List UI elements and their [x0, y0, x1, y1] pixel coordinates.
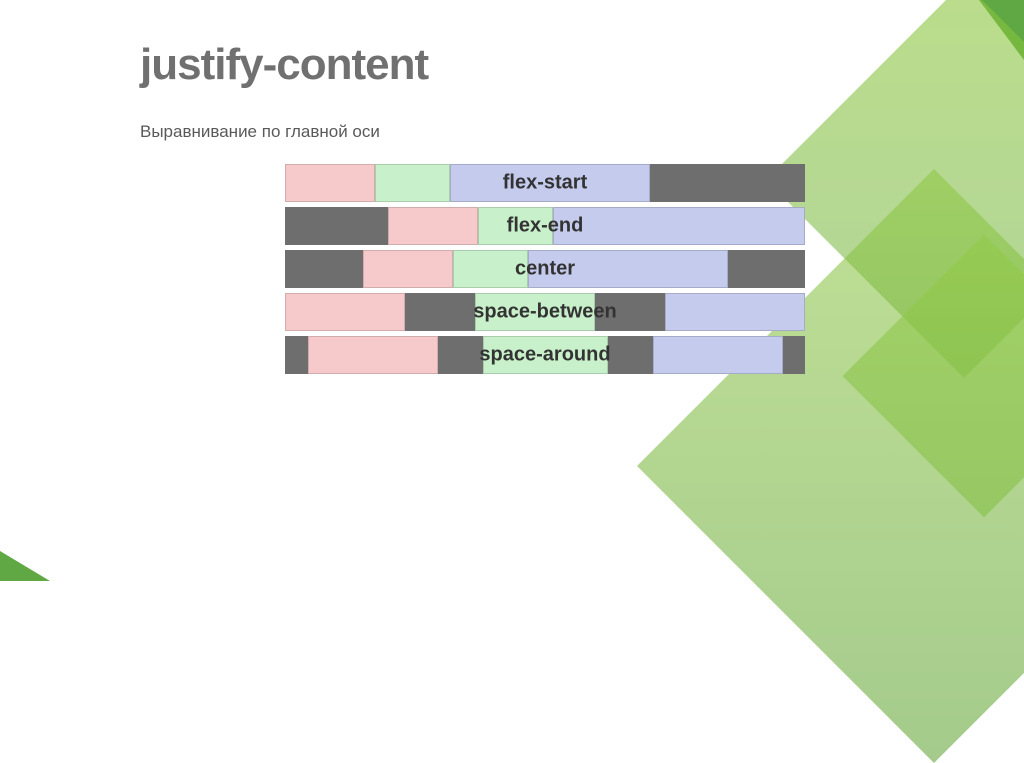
row-space-between: space-between: [285, 293, 805, 331]
flex-item-pink: [308, 336, 438, 374]
flex-item-blue: [653, 336, 783, 374]
flex-item-pink: [388, 207, 478, 245]
slide-content: justify-content Выравнивание по главной …: [140, 40, 840, 379]
row-flex-end: flex-end: [285, 207, 805, 245]
slide-title: justify-content: [140, 40, 840, 90]
flex-item-green: [375, 164, 450, 202]
flex-item-pink: [285, 293, 405, 331]
flex-item-blue: [553, 207, 805, 245]
flex-item-green: [475, 293, 595, 331]
flex-item-blue: [528, 250, 728, 288]
flex-item-pink: [285, 164, 375, 202]
flex-item-green: [483, 336, 608, 374]
slide-subtitle: Выравнивание по главной оси: [140, 122, 840, 142]
row-center: center: [285, 250, 805, 288]
decor-triangle-bottom-left: [0, 551, 50, 581]
flex-item-green: [453, 250, 528, 288]
flex-item-green: [478, 207, 553, 245]
row-flex-start: flex-start: [285, 164, 805, 202]
flex-item-blue: [665, 293, 805, 331]
justify-content-diagram: flex-start flex-end center space-between: [285, 164, 805, 374]
row-space-around: space-around: [285, 336, 805, 374]
flex-item-pink: [363, 250, 453, 288]
flex-item-blue: [450, 164, 650, 202]
